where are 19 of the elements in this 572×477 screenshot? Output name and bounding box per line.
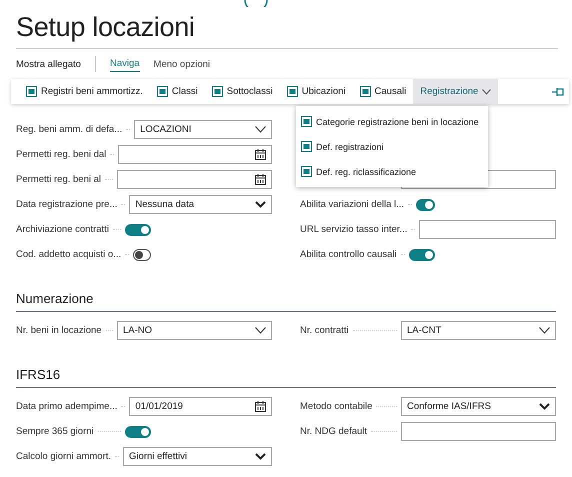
field-label: Metodo contabile (300, 401, 372, 412)
field-label: Sempre 365 giorni (16, 426, 94, 437)
field-label: Abilita controllo causali (300, 249, 397, 260)
field-label: Archiviazione contratti (16, 224, 109, 235)
field-label: Permetti reg. beni al (16, 174, 102, 185)
section-title: IFRS16 (16, 367, 556, 388)
field-label: Nr. beni in locazione (16, 325, 102, 336)
page-title: Setup locazioni (16, 11, 195, 44)
field-label: Reg. beni amm. di defa... (16, 124, 122, 135)
field-label: Permetti reg. beni dal (16, 149, 106, 160)
field-label: Data registrazione pre... (16, 199, 118, 210)
field-label: Data primo adempime... (16, 401, 118, 412)
field-label: Nr. NDG default (300, 426, 368, 437)
field-label: URL servizio tasso inter... (300, 224, 408, 235)
field-label: Abilita variazioni della l... (300, 199, 404, 210)
field-label: Calcolo giorni ammort. (16, 451, 112, 462)
field-label: Cod. addetto acquisti o... (16, 249, 122, 260)
field-label: Nr. contratti (300, 325, 349, 336)
section-title: Numerazione (16, 291, 556, 312)
